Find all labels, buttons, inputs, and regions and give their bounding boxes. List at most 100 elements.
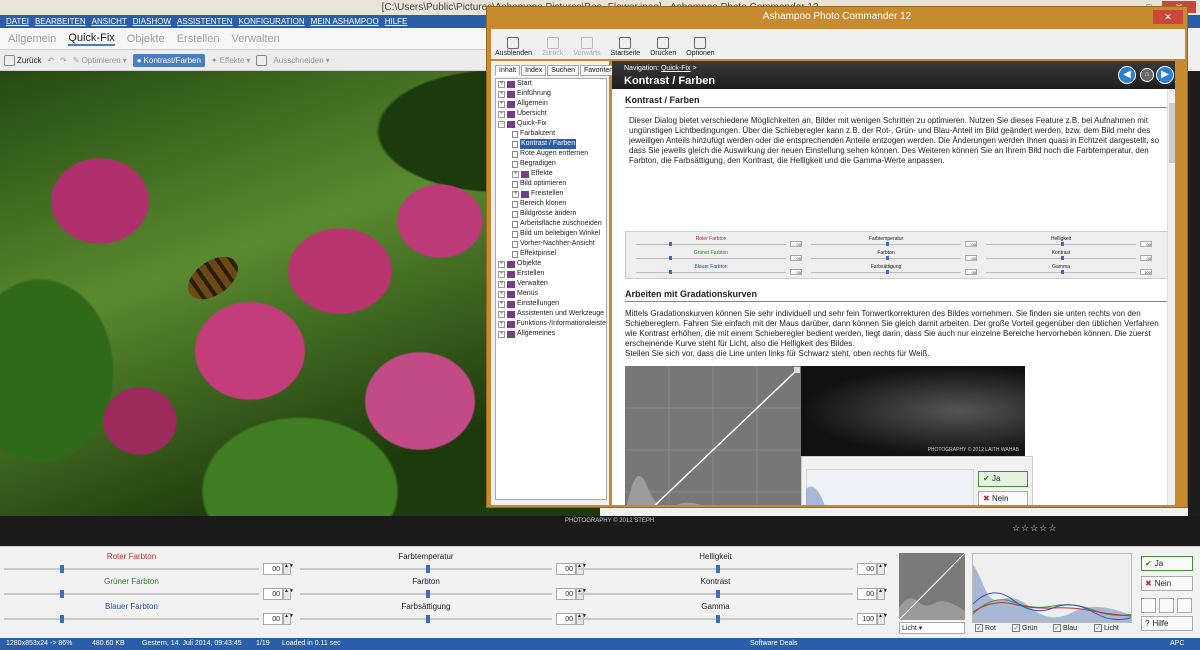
contrast-colors-button[interactable]: ● Kontrast/Farben [132,53,205,67]
tree-item[interactable]: + Einstellungen [496,299,606,309]
tree-item[interactable]: + Assistenten und Werkzeuge [496,309,606,319]
expand-icon[interactable]: + [498,320,505,328]
slider-value-field[interactable]: 100 [857,613,877,625]
slider-handle[interactable] [60,615,64,623]
slider-handle[interactable] [426,565,430,573]
slider-spinner[interactable]: ▲▼ [877,588,888,600]
tree-item[interactable]: + Erstellen [496,269,606,279]
tree-item[interactable]: + Verwalten [496,279,606,289]
tree-item[interactable]: + Freistellen [496,189,606,199]
star-icon[interactable]: ☆ [1039,523,1047,534]
expand-icon[interactable]: + [498,290,505,298]
undo-button[interactable]: ↶ [47,56,54,65]
slider-value-field[interactable]: 00 [263,613,283,625]
slider-handle[interactable] [716,590,720,598]
menu-hilfe[interactable]: HILFE [385,15,408,28]
slider-value-field[interactable]: 00 [263,563,283,575]
slider-spinner[interactable]: ▲▼ [283,563,294,575]
help-toolbar-button-drucken[interactable]: Drucken [650,37,676,59]
expand-icon[interactable]: + [498,310,505,318]
slider-spinner[interactable]: ▲▼ [283,613,294,625]
tree-item[interactable]: + Allgemein [496,99,606,109]
tree-item[interactable]: + Übersicht [496,109,606,119]
expand-icon[interactable]: + [498,330,505,338]
channel-checkbox-grün[interactable]: ✓ Grün [1012,624,1038,632]
tree-item[interactable]: Effektpinsel [496,249,606,259]
slider-handle[interactable] [426,590,430,598]
menu-konfiguration[interactable]: KONFIGURATION [239,15,305,28]
menu-mein-ashampoo[interactable]: MEIN ASHAMPOO [311,15,379,28]
help-close-button[interactable]: ✕ [1153,10,1183,24]
tab-erstellen[interactable]: Erstellen [177,33,220,45]
slider-handle[interactable] [426,615,430,623]
tree-item[interactable]: + Effekte [496,169,606,179]
tree-item[interactable]: + Objekte [496,259,606,269]
tree-item[interactable]: Kontrast / Farben [496,139,606,149]
channel-checkbox-rot[interactable]: ✓ Rot [975,624,996,632]
breadcrumb-link[interactable]: Quick-Fix [661,65,691,72]
checkbox-box[interactable]: ✓ [1012,624,1020,632]
slider-handle[interactable] [60,565,64,573]
tree-item[interactable]: + Funktions-/Informationsleiste [496,319,606,329]
tree-item[interactable]: Begradigen [496,159,606,169]
star-icon[interactable]: ☆ [1030,523,1038,534]
back-button[interactable]: Zurück [4,54,41,66]
previous-page-icon[interactable]: ◀ [1118,66,1136,84]
tree-item[interactable]: − Quick-Fix [496,119,606,129]
tree-item[interactable]: + Allgemeines [496,329,606,339]
collapse-icon[interactable]: − [498,120,505,128]
help-toolbar-button-vorwärts[interactable]: Vorwärts [573,37,601,59]
help-tab-index[interactable]: Index [521,65,547,76]
next-page-icon[interactable]: ▶ [1156,66,1174,84]
compare-icon[interactable] [1159,598,1174,613]
expand-icon[interactable]: + [498,90,505,98]
slider-spinner[interactable]: ▲▼ [283,588,294,600]
checkbox-box[interactable]: ✓ [975,624,983,632]
star-icon[interactable]: ☆ [1021,523,1029,534]
tree-item[interactable]: Farbakzent [496,129,606,139]
tab-allgemein[interactable]: Allgemein [8,33,56,45]
help-toolbar-button-startseite[interactable]: Startseite [611,37,640,59]
slider-track[interactable] [4,618,259,620]
optimize-button[interactable]: ✎ Optimieren ▾ [73,56,127,65]
curve-channel-select[interactable]: Licht ▾ [899,622,965,634]
expand-icon[interactable]: + [512,170,519,178]
tree-item[interactable]: Bild um beliebigen Winkel [496,229,606,239]
help-button[interactable]: ? Hilfe [1141,616,1193,631]
expand-icon[interactable]: + [498,280,505,288]
slider-handle[interactable] [716,615,720,623]
save-icon[interactable] [1177,598,1192,613]
tree-item[interactable]: Arbeitsfläche zuschneiden [496,219,606,229]
help-toolbar-button-optionen[interactable]: Optionen [686,37,715,59]
tree-item[interactable]: Rote Augen entfernen [496,149,606,159]
slider-value-field[interactable]: 00 [857,588,877,600]
slider-track[interactable] [4,568,259,570]
home-icon[interactable]: ⌂ [1140,68,1154,82]
help-scrollbar[interactable] [1167,89,1175,505]
menu-diashow[interactable]: DIASHOW [133,15,171,28]
slider-handle[interactable] [716,565,720,573]
menu-assistenten[interactable]: ASSISTENTEN [177,15,233,28]
scrollbar-thumb[interactable] [1169,103,1175,163]
software-deals-link[interactable]: Software Deals [750,638,797,650]
expand-icon[interactable]: + [498,110,505,118]
slider-spinner[interactable]: ▲▼ [877,613,888,625]
expand-icon[interactable]: + [498,270,505,278]
slider-value-field[interactable]: 00 [263,588,283,600]
help-tab-inhalt[interactable]: Inhalt [495,65,521,76]
slider-spinner[interactable]: ▲▼ [877,563,888,575]
slider-value-field[interactable]: 00 [556,563,576,575]
expand-icon[interactable]: + [498,260,505,268]
expand-icon[interactable]: + [512,190,519,198]
rating-stars[interactable]: ☆ ☆ ☆ ☆ ☆ [1012,523,1056,534]
menu-ansicht[interactable]: ANSICHT [92,15,127,28]
tree-item[interactable]: + Menüs [496,289,606,299]
slider-handle[interactable] [60,590,64,598]
slider-value-field[interactable]: 00 [556,613,576,625]
help-tab-suchen[interactable]: Suchen [547,65,579,76]
slider-value-field[interactable]: 00 [556,588,576,600]
tab-objekte[interactable]: Objekte [127,33,165,45]
crop-button[interactable] [256,54,268,66]
tree-item[interactable]: Bereich klonen [496,199,606,209]
star-icon[interactable]: ☆ [1012,523,1020,534]
